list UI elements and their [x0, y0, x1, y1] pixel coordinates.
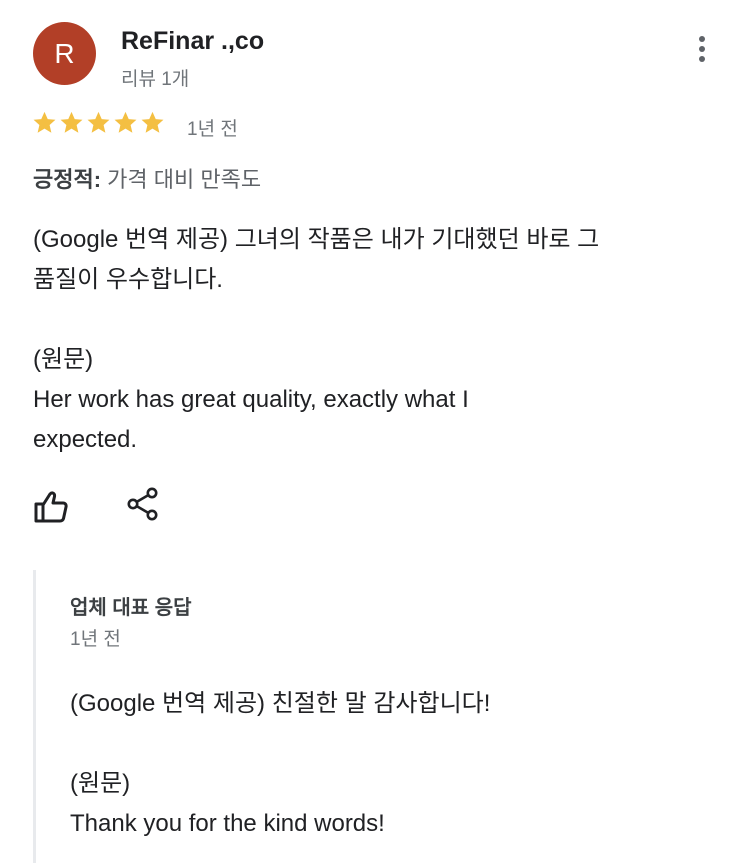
original-text-line: expected. — [33, 426, 138, 453]
star-icon — [141, 111, 164, 133]
star-icon — [33, 111, 56, 133]
star-icon — [114, 111, 137, 133]
owner-response-text: (Google 번역 제공) 친절한 말 감사합니다! (원문) Thank y… — [70, 684, 710, 844]
owner-response: 업체 대표 응답 1년 전 (Google 번역 제공) 친절한 말 감사합니다… — [33, 570, 736, 863]
author-review-count: 리뷰 1개 — [121, 69, 190, 90]
owner-response-title: 업체 대표 응답 — [70, 597, 192, 619]
review-card: R ReFinar .,co 리뷰 1개 1년 전 긍정적: 가격 대비 만족도… — [0, 0, 750, 863]
review-attributes: 긍정적: 가격 대비 만족도 — [33, 162, 261, 194]
menu-dot — [699, 56, 705, 62]
owner-original-text: Thank you for the kind words! — [70, 810, 385, 837]
share-icon[interactable] — [127, 487, 159, 521]
menu-dot — [699, 36, 705, 42]
owner-original-label: (원문) — [70, 770, 131, 797]
translated-text-line: 품질이 우수합니다. — [33, 266, 223, 293]
more-vert-icon[interactable] — [686, 30, 718, 68]
attribute-label: 긍정적: — [33, 167, 102, 192]
star-rating — [32, 110, 165, 135]
avatar-initial: R — [54, 37, 75, 69]
star-icon — [60, 111, 83, 133]
owner-response-date: 1년 전 — [70, 629, 121, 650]
author-name[interactable]: ReFinar .,co — [121, 27, 264, 56]
review-date: 1년 전 — [187, 119, 238, 140]
thumbs-up-icon[interactable] — [33, 489, 69, 525]
review-text: (Google 번역 제공) 그녀의 작품은 내가 기대했던 바로 그 품질이 … — [33, 220, 683, 460]
star-icon — [87, 111, 110, 133]
menu-dot — [699, 46, 705, 52]
owner-translated-text: (Google 번역 제공) 친절한 말 감사합니다! — [70, 690, 491, 717]
original-label: (원문) — [33, 346, 94, 373]
avatar[interactable]: R — [33, 22, 96, 85]
original-text-line: Her work has great quality, exactly what… — [33, 386, 469, 413]
translated-text-line: (Google 번역 제공) 그녀의 작품은 내가 기대했던 바로 그 — [33, 226, 600, 253]
attribute-value: 가격 대비 만족도 — [101, 167, 262, 192]
